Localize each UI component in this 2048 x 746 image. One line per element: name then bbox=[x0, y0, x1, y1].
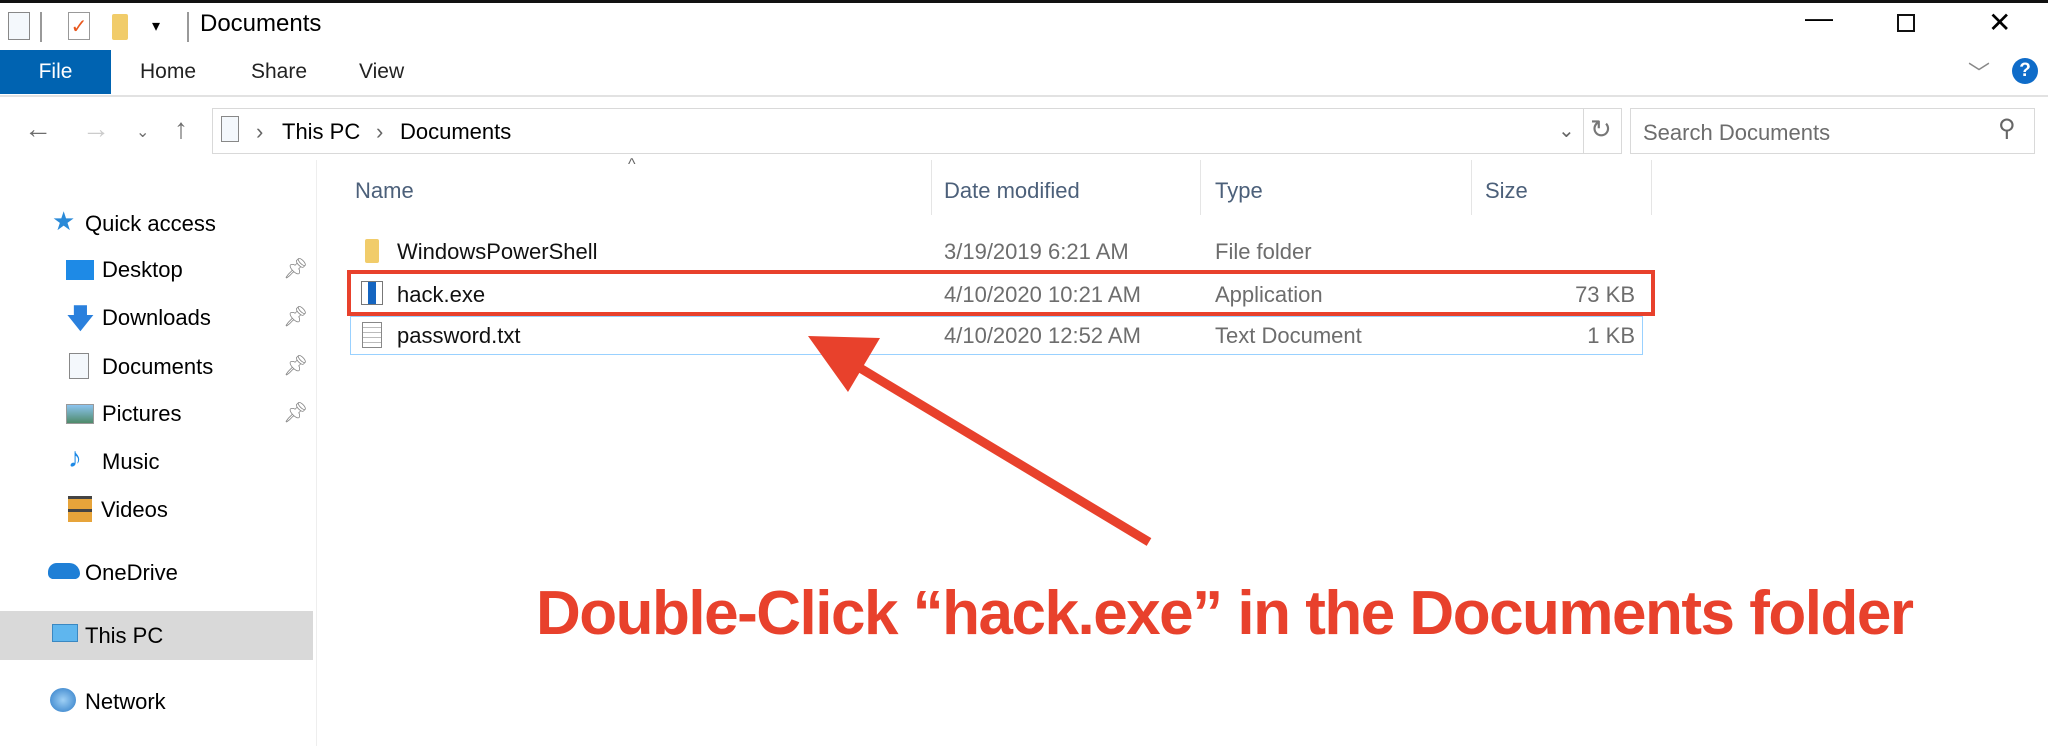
arrow-head bbox=[808, 336, 880, 392]
annotation-text: Double-Click “hack.exe” in the Documents… bbox=[536, 579, 1914, 648]
arrow-shaft bbox=[852, 361, 1152, 546]
